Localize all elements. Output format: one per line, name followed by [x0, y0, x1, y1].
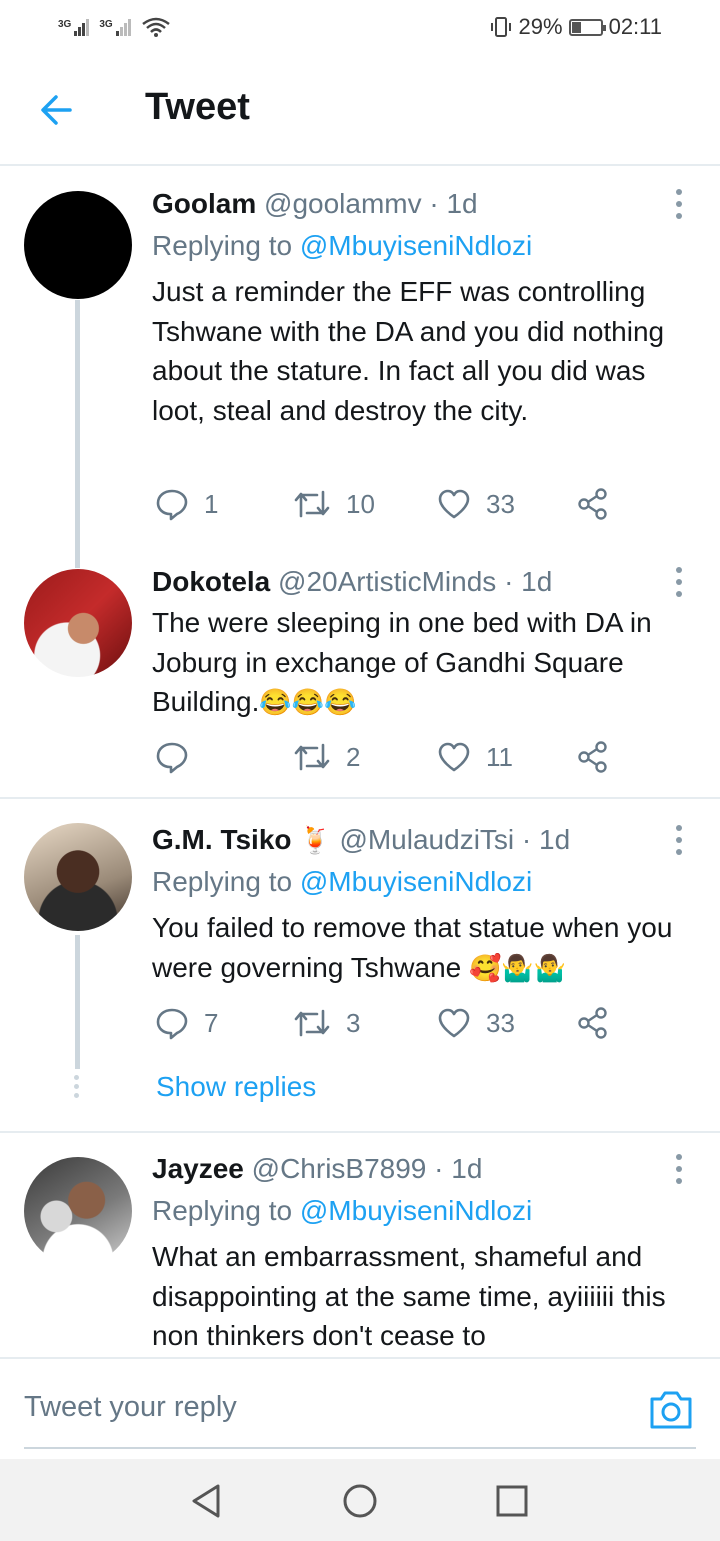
tweet-text: Just a reminder the EFF was controlling …: [152, 276, 665, 426]
retweet-count: 10: [346, 488, 375, 519]
share-icon[interactable]: [576, 739, 612, 775]
tweet-text-body: You failed to remove that statue when yo…: [152, 912, 673, 983]
like-icon: [438, 1008, 470, 1038]
replying-to: Replying to @MbuyiseniNdlozi: [152, 230, 532, 262]
reply-count: 1: [204, 488, 219, 519]
mention-link[interactable]: @MbuyiseniNdlozi: [300, 230, 532, 261]
author-name[interactable]: Dokotela: [152, 566, 270, 597]
author-handle: @MulaudziTsi · 1d: [339, 824, 571, 855]
tweet-divider: [0, 797, 720, 799]
author-handle: @ChrisB7899 · 1d: [251, 1153, 483, 1184]
reply-input-underline: [24, 1447, 696, 1449]
nav-home-icon[interactable]: [340, 1481, 380, 1521]
avatar[interactable]: [24, 569, 132, 677]
more-vertical-icon[interactable]: [672, 189, 686, 219]
retweet-action[interactable]: 2: [292, 739, 360, 775]
reply-icon: [156, 489, 188, 521]
tweet-text: The were sleeping in one bed with DA in …: [152, 603, 702, 723]
share-icon[interactable]: [576, 1005, 612, 1041]
tweet-text-body: The were sleeping in one bed with DA in …: [152, 607, 652, 717]
tweet-actions: 7 3 33: [152, 1005, 632, 1045]
more-vertical-icon[interactable]: [672, 1154, 686, 1184]
retweet-icon: [294, 490, 330, 518]
tweet-header: Jayzee @ChrisB7899 · 1d: [152, 1153, 482, 1185]
tweet-divider: [0, 1131, 720, 1133]
like-count: 11: [486, 741, 513, 772]
like-action[interactable]: 11: [436, 739, 513, 775]
author-handle: @goolammv · 1d: [264, 188, 478, 219]
retweet-icon: [294, 743, 330, 771]
avatar[interactable]: [24, 823, 132, 931]
nav-recents-icon[interactable]: [492, 1481, 532, 1521]
reply-count: 7: [204, 1007, 219, 1038]
replying-to: Replying to @MbuyiseniNdlozi: [152, 866, 532, 898]
author-name[interactable]: Jayzee: [152, 1153, 244, 1184]
nav-back-icon[interactable]: [186, 1481, 226, 1521]
reply-composer: Tweet your reply: [0, 1357, 720, 1459]
thread-line: [75, 935, 80, 1069]
tweet-actions: 1 10 33: [152, 486, 632, 526]
tweet-header: G.M. Tsiko 🍹 @MulaudziTsi · 1d: [152, 824, 570, 856]
replying-to: Replying to @MbuyiseniNdlozi: [152, 1195, 532, 1227]
like-count: 33: [486, 488, 515, 519]
retweet-count: 2: [346, 741, 361, 772]
avatar[interactable]: [24, 191, 132, 299]
replying-prefix: Replying to: [152, 1195, 300, 1226]
reply-icon: [156, 1008, 188, 1040]
thread-ellipsis: [74, 1075, 80, 1098]
author-handle: @20ArtisticMinds · 1d: [278, 566, 553, 597]
reply-input[interactable]: Tweet your reply: [24, 1391, 237, 1424]
tweet-text: You failed to remove that statue when yo…: [152, 908, 702, 988]
tweet-header: Dokotela @20ArtisticMinds · 1d: [152, 566, 552, 598]
avatar[interactable]: [24, 1157, 132, 1265]
retweet-action[interactable]: 10: [292, 486, 375, 522]
author-name[interactable]: Goolam: [152, 188, 256, 219]
show-replies-link[interactable]: Show replies: [156, 1071, 316, 1103]
retweet-icon: [294, 1009, 330, 1037]
reply-action[interactable]: [154, 739, 204, 775]
tweet-emoji: 🥰🤷‍♂️🤷‍♂️: [469, 952, 567, 983]
replying-prefix: Replying to: [152, 866, 300, 897]
reply-action[interactable]: 1: [154, 486, 218, 522]
author-name[interactable]: G.M. Tsiko: [152, 824, 292, 855]
mention-link[interactable]: @MbuyiseniNdlozi: [300, 866, 532, 897]
more-vertical-icon[interactable]: [672, 567, 686, 597]
author-name-emoji: 🍹: [299, 825, 332, 855]
reply-action[interactable]: 7: [154, 1005, 218, 1041]
tweet-text: What an embarrassment, shameful and disa…: [152, 1241, 666, 1351]
system-nav-bar: [0, 1459, 720, 1541]
like-icon: [438, 489, 470, 519]
share-icon[interactable]: [576, 486, 612, 522]
like-action[interactable]: 33: [436, 486, 515, 522]
like-count: 33: [486, 1007, 515, 1038]
retweet-action[interactable]: 3: [292, 1005, 360, 1041]
like-action[interactable]: 33: [436, 1005, 515, 1041]
tweet-header: Goolam @goolammv · 1d: [152, 188, 478, 220]
camera-icon[interactable]: [648, 1387, 694, 1431]
tweet-emoji: 😂😂😂: [259, 687, 357, 717]
tweet-item[interactable]: Goolam @goolammv · 1d Replying to @Mbuyi…: [0, 0, 720, 568]
tweet-actions: 2 11: [152, 739, 632, 779]
thread-line: [75, 300, 80, 568]
replying-prefix: Replying to: [152, 230, 300, 261]
mention-link[interactable]: @MbuyiseniNdlozi: [300, 1195, 532, 1226]
reply-icon: [156, 742, 188, 774]
more-vertical-icon[interactable]: [672, 825, 686, 855]
like-icon: [438, 742, 470, 772]
retweet-count: 3: [346, 1007, 361, 1038]
